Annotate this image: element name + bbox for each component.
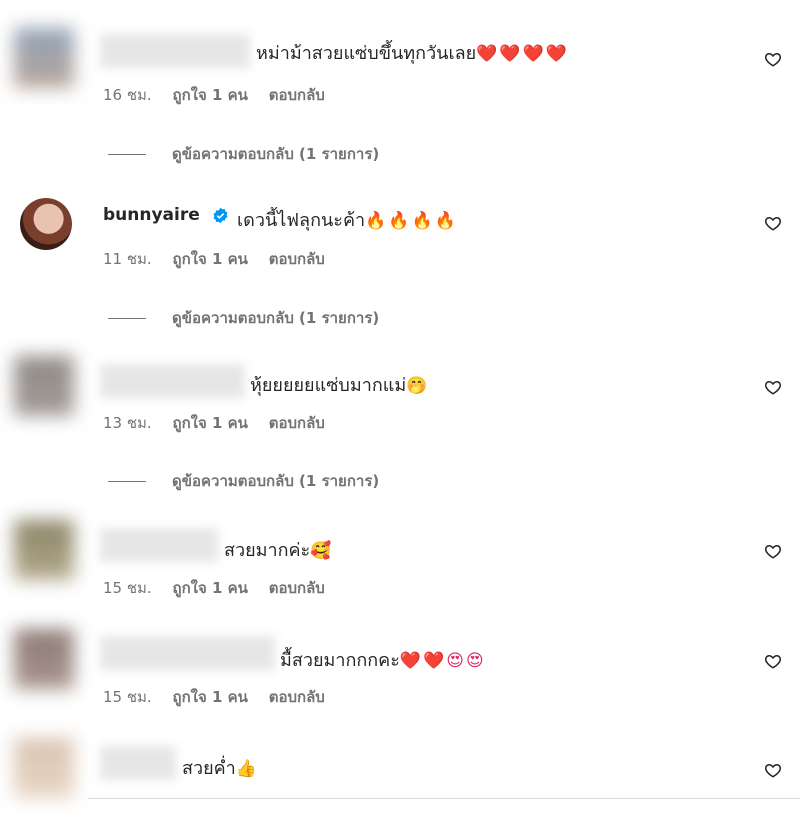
heart-eyes-emoji: ❤️❤️😍😍 <box>399 651 486 671</box>
heart-outline-icon[interactable] <box>764 761 782 779</box>
smiling-hearts-emoji: 🥰 <box>310 541 334 561</box>
comment-text: หม่าม้าสวยแซ่บขึ้นทุกวันเลย❤️❤️❤️❤️ <box>256 43 569 64</box>
thumbs-up-emoji: 👍 <box>235 759 259 779</box>
divider <box>88 798 800 799</box>
heart-outline-icon[interactable] <box>764 652 782 670</box>
heart-outline-icon[interactable] <box>764 214 782 232</box>
username[interactable]: bunnyaire <box>103 205 200 225</box>
comment-meta: 11 ชม. ถูกใจ 1 คน ตอบกลับ <box>103 247 341 271</box>
comment-text: สวยมากค่ะ🥰 <box>224 540 334 561</box>
username-redacted <box>100 34 250 68</box>
reply-button[interactable]: ตอบกลับ <box>269 414 325 432</box>
comment-meta: 16 ชม. ถูกใจ 1 คน ตอบกลับ <box>103 83 341 107</box>
fire-emoji: 🔥🔥🔥🔥 <box>365 211 458 231</box>
divider <box>108 154 146 155</box>
reply-button[interactable]: ตอบกลับ <box>269 86 325 104</box>
divider <box>108 481 146 482</box>
view-replies-button[interactable]: ดูข้อความตอบกลับ (1 รายการ) <box>108 306 379 330</box>
timestamp[interactable]: 11 ชม. <box>103 250 152 268</box>
comment-meta: 15 ชม. ถูกใจ 1 คน ตอบกลับ <box>103 576 341 600</box>
comment-text: หุ้ยยยยยแซ่บมากแม่🤭 <box>250 375 430 396</box>
heart-emoji: ❤️❤️❤️❤️ <box>476 44 569 64</box>
divider <box>108 318 146 319</box>
reply-button[interactable]: ตอบกลับ <box>269 579 325 597</box>
username-redacted <box>100 364 245 398</box>
avatar[interactable] <box>20 198 72 250</box>
comment-meta: 15 ชม. ถูกใจ 1 คน ตอบกลับ <box>103 685 341 709</box>
reply-button[interactable]: ตอบกลับ <box>269 250 325 268</box>
heart-outline-icon[interactable] <box>764 542 782 560</box>
heart-outline-icon[interactable] <box>764 378 782 396</box>
comment-text: เดวนี้ไฟลุกนะค้า🔥🔥🔥🔥 <box>237 210 458 231</box>
comment-text: สวยค่ำ👍 <box>182 758 259 779</box>
likes-count[interactable]: ถูกใจ 1 คน <box>172 579 247 597</box>
avatar[interactable] <box>14 520 74 580</box>
timestamp[interactable]: 16 ชม. <box>103 86 152 104</box>
likes-count[interactable]: ถูกใจ 1 คน <box>172 86 247 104</box>
comment-text: มื้สวยมากกกคะ❤️❤️😍😍 <box>280 650 486 671</box>
username-redacted <box>100 528 218 562</box>
comment-meta: 13 ชม. ถูกใจ 1 คน ตอบกลับ <box>103 411 341 435</box>
likes-count[interactable]: ถูกใจ 1 คน <box>172 688 247 706</box>
verified-badge-icon <box>213 207 228 224</box>
timestamp[interactable]: 15 ชม. <box>103 579 152 597</box>
view-replies-button[interactable]: ดูข้อความตอบกลับ (1 รายการ) <box>108 142 379 166</box>
timestamp[interactable]: 13 ชม. <box>103 414 152 432</box>
view-replies-button[interactable]: ดูข้อความตอบกลับ (1 รายการ) <box>108 469 379 493</box>
avatar[interactable] <box>14 738 74 798</box>
reply-button[interactable]: ตอบกลับ <box>269 688 325 706</box>
timestamp[interactable]: 15 ชม. <box>103 688 152 706</box>
username-redacted <box>100 746 176 780</box>
avatar[interactable] <box>14 629 74 689</box>
likes-count[interactable]: ถูกใจ 1 คน <box>172 414 247 432</box>
face-emoji: 🤭 <box>406 376 430 396</box>
avatar[interactable] <box>14 356 74 416</box>
heart-outline-icon[interactable] <box>764 50 782 68</box>
likes-count[interactable]: ถูกใจ 1 คน <box>172 250 247 268</box>
username-redacted <box>100 636 275 670</box>
avatar[interactable] <box>14 28 74 88</box>
